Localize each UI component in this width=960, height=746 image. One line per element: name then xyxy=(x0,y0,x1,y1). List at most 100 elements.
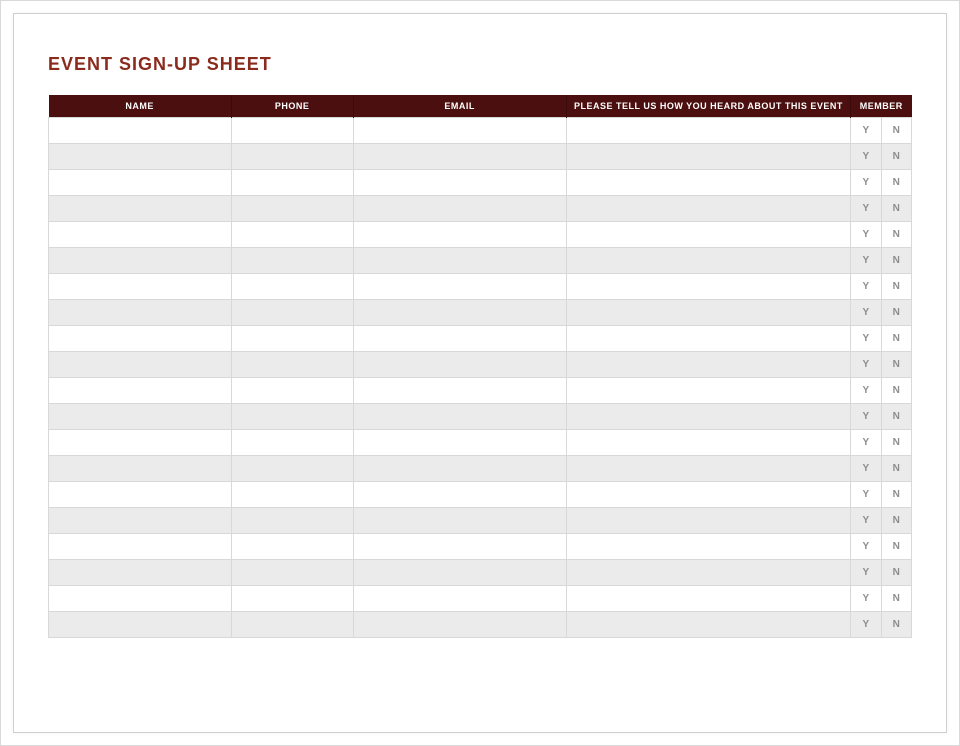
member-yes[interactable]: Y xyxy=(851,508,881,534)
cell-name[interactable] xyxy=(49,144,232,170)
member-no[interactable]: N xyxy=(881,482,911,508)
member-no[interactable]: N xyxy=(881,300,911,326)
cell-email[interactable] xyxy=(353,560,566,586)
cell-email[interactable] xyxy=(353,612,566,638)
cell-email[interactable] xyxy=(353,274,566,300)
cell-name[interactable] xyxy=(49,352,232,378)
member-yes[interactable]: Y xyxy=(851,196,881,222)
cell-email[interactable] xyxy=(353,378,566,404)
cell-name[interactable] xyxy=(49,326,232,352)
cell-heard[interactable] xyxy=(566,118,850,144)
cell-name[interactable] xyxy=(49,404,232,430)
member-no[interactable]: N xyxy=(881,274,911,300)
member-no[interactable]: N xyxy=(881,430,911,456)
cell-name[interactable] xyxy=(49,222,232,248)
cell-heard[interactable] xyxy=(566,612,850,638)
cell-name[interactable] xyxy=(49,508,232,534)
cell-name[interactable] xyxy=(49,118,232,144)
member-yes[interactable]: Y xyxy=(851,534,881,560)
cell-email[interactable] xyxy=(353,222,566,248)
cell-name[interactable] xyxy=(49,170,232,196)
cell-heard[interactable] xyxy=(566,352,850,378)
member-no[interactable]: N xyxy=(881,534,911,560)
cell-phone[interactable] xyxy=(231,274,353,300)
member-no[interactable]: N xyxy=(881,456,911,482)
cell-heard[interactable] xyxy=(566,586,850,612)
cell-phone[interactable] xyxy=(231,482,353,508)
member-no[interactable]: N xyxy=(881,352,911,378)
cell-email[interactable] xyxy=(353,404,566,430)
member-yes[interactable]: Y xyxy=(851,456,881,482)
member-yes[interactable]: Y xyxy=(851,404,881,430)
member-yes[interactable]: Y xyxy=(851,222,881,248)
cell-name[interactable] xyxy=(49,560,232,586)
cell-name[interactable] xyxy=(49,586,232,612)
cell-email[interactable] xyxy=(353,248,566,274)
cell-phone[interactable] xyxy=(231,430,353,456)
cell-email[interactable] xyxy=(353,144,566,170)
cell-heard[interactable] xyxy=(566,144,850,170)
cell-heard[interactable] xyxy=(566,300,850,326)
member-yes[interactable]: Y xyxy=(851,586,881,612)
member-no[interactable]: N xyxy=(881,196,911,222)
cell-email[interactable] xyxy=(353,456,566,482)
cell-heard[interactable] xyxy=(566,222,850,248)
cell-phone[interactable] xyxy=(231,300,353,326)
cell-phone[interactable] xyxy=(231,248,353,274)
member-no[interactable]: N xyxy=(881,222,911,248)
member-yes[interactable]: Y xyxy=(851,430,881,456)
cell-phone[interactable] xyxy=(231,560,353,586)
member-yes[interactable]: Y xyxy=(851,560,881,586)
cell-phone[interactable] xyxy=(231,144,353,170)
member-no[interactable]: N xyxy=(881,170,911,196)
cell-heard[interactable] xyxy=(566,248,850,274)
member-no[interactable]: N xyxy=(881,378,911,404)
cell-email[interactable] xyxy=(353,300,566,326)
member-yes[interactable]: Y xyxy=(851,274,881,300)
cell-phone[interactable] xyxy=(231,404,353,430)
cell-phone[interactable] xyxy=(231,378,353,404)
member-yes[interactable]: Y xyxy=(851,248,881,274)
cell-heard[interactable] xyxy=(566,404,850,430)
cell-email[interactable] xyxy=(353,430,566,456)
cell-heard[interactable] xyxy=(566,378,850,404)
cell-phone[interactable] xyxy=(231,222,353,248)
member-yes[interactable]: Y xyxy=(851,118,881,144)
cell-name[interactable] xyxy=(49,196,232,222)
cell-email[interactable] xyxy=(353,482,566,508)
member-no[interactable]: N xyxy=(881,144,911,170)
cell-phone[interactable] xyxy=(231,508,353,534)
cell-heard[interactable] xyxy=(566,534,850,560)
member-yes[interactable]: Y xyxy=(851,482,881,508)
cell-email[interactable] xyxy=(353,586,566,612)
cell-name[interactable] xyxy=(49,430,232,456)
cell-phone[interactable] xyxy=(231,326,353,352)
member-no[interactable]: N xyxy=(881,404,911,430)
cell-phone[interactable] xyxy=(231,170,353,196)
member-yes[interactable]: Y xyxy=(851,144,881,170)
cell-email[interactable] xyxy=(353,326,566,352)
member-no[interactable]: N xyxy=(881,118,911,144)
cell-email[interactable] xyxy=(353,170,566,196)
cell-email[interactable] xyxy=(353,534,566,560)
cell-heard[interactable] xyxy=(566,482,850,508)
member-yes[interactable]: Y xyxy=(851,612,881,638)
member-no[interactable]: N xyxy=(881,508,911,534)
cell-email[interactable] xyxy=(353,508,566,534)
cell-phone[interactable] xyxy=(231,612,353,638)
member-no[interactable]: N xyxy=(881,586,911,612)
cell-email[interactable] xyxy=(353,118,566,144)
member-yes[interactable]: Y xyxy=(851,170,881,196)
cell-heard[interactable] xyxy=(566,326,850,352)
cell-heard[interactable] xyxy=(566,274,850,300)
cell-phone[interactable] xyxy=(231,586,353,612)
member-no[interactable]: N xyxy=(881,326,911,352)
cell-name[interactable] xyxy=(49,456,232,482)
cell-heard[interactable] xyxy=(566,456,850,482)
member-no[interactable]: N xyxy=(881,560,911,586)
cell-phone[interactable] xyxy=(231,534,353,560)
cell-name[interactable] xyxy=(49,300,232,326)
cell-name[interactable] xyxy=(49,378,232,404)
cell-name[interactable] xyxy=(49,274,232,300)
member-yes[interactable]: Y xyxy=(851,300,881,326)
